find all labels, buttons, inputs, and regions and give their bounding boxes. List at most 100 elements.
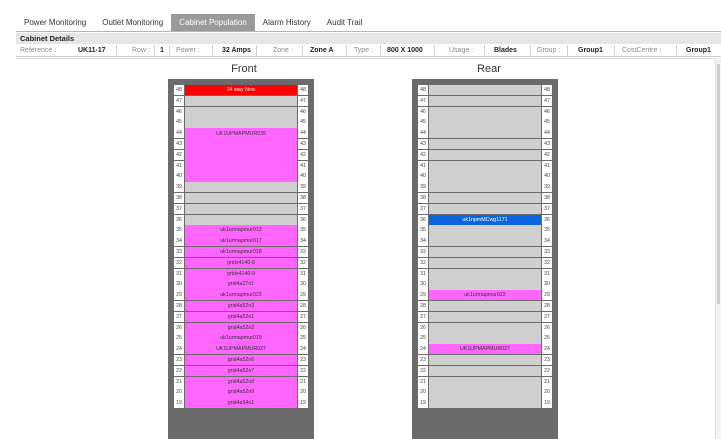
front-rack-unit: 45 45 — [174, 117, 308, 128]
power-value: 32 Amps — [222, 47, 251, 54]
rear-rack-unit: 35 35 — [418, 225, 552, 236]
front-rack-device[interactable]: UK1UPMAPMUR027 — [185, 344, 297, 355]
unit-number: 36 — [418, 214, 428, 225]
unit-number: 34 — [418, 236, 428, 247]
unit-number: 24 — [174, 344, 184, 355]
front-rack-device[interactable]: grid4a52n1 — [185, 311, 297, 323]
unit-number: 32 — [174, 257, 184, 269]
front-rack-device[interactable]: grid4a52n8 — [185, 376, 297, 387]
rear-rack-unit: 44 44 — [418, 128, 552, 139]
zone-label: Zone : — [273, 47, 293, 54]
front-rack-device[interactable]: grid4a52n6 — [185, 355, 297, 366]
unit-number: 47 — [418, 95, 428, 107]
unit-number: 45 — [298, 117, 308, 128]
rear-rack-unit: 27 27 — [418, 311, 552, 323]
unit-number: 25 — [298, 333, 308, 344]
tab-bar: Power Monitoring Outlet Monitoring Cabin… — [16, 14, 370, 31]
unit-number: 19 — [418, 398, 428, 409]
costcentre-value: Group1 — [686, 47, 711, 54]
unit-number: 30 — [418, 279, 428, 290]
rear-rack-unit: 33 33 — [418, 247, 552, 258]
unit-number: 23 — [418, 355, 428, 366]
unit-number: 28 — [418, 301, 428, 312]
empty-slot — [429, 236, 541, 247]
rear-rack-device[interactable]: uk1npmMCwg1171 — [429, 214, 541, 225]
front-rack-device[interactable]: grid4a52n3 — [185, 301, 297, 312]
front-rack-device[interactable]: grid4a52n7 — [185, 365, 297, 377]
group-value: Group1 — [578, 47, 603, 54]
rear-rack-device[interactable]: uk1urmapmur023 — [429, 290, 541, 301]
tab-outlet-monitoring[interactable]: Outlet Monitoring — [94, 14, 171, 31]
unit-number: 34 — [542, 236, 552, 247]
unit-number: 29 — [298, 290, 308, 301]
empty-slot — [429, 268, 541, 279]
unit-number: 28 — [542, 301, 552, 312]
unit-number: 20 — [298, 387, 308, 398]
front-rack-device[interactable]: uk1urmapmur019 — [185, 333, 297, 344]
unit-number: 38 — [542, 193, 552, 204]
unit-number: 46 — [542, 106, 552, 117]
unit-number: 45 — [174, 117, 184, 128]
unit-number: 32 — [542, 257, 552, 269]
unit-number: 20 — [418, 387, 428, 398]
usage-label: Usage : — [449, 47, 474, 54]
unit-number: 37 — [174, 203, 184, 215]
tab-audit-trail[interactable]: Audit Trail — [319, 14, 371, 31]
unit-number: 45 — [542, 117, 552, 128]
unit-number: 48 — [298, 85, 308, 96]
unit-number: 35 — [418, 225, 428, 236]
front-rack-device[interactable]: uk1urmapmur017 — [185, 236, 297, 247]
front-rack-device[interactable]: uk1urmapmur018 — [185, 247, 297, 258]
empty-slot — [429, 203, 541, 215]
rear-rack: 48 48 47 47 46 46 45 45 44 44 43 43 42 42 41 41 40 40 39 39… — [412, 79, 558, 439]
unit-number: 29 — [542, 290, 552, 301]
empty-slot — [429, 247, 541, 258]
empty-slot — [429, 106, 541, 117]
unit-number: 48 — [418, 85, 428, 96]
unit-number: 36 — [298, 214, 308, 225]
tab-alarm-history[interactable]: Alarm History — [255, 14, 319, 31]
empty-slot — [429, 128, 541, 139]
unit-number: 19 — [542, 398, 552, 409]
unit-number: 47 — [542, 95, 552, 107]
front-rack-device[interactable]: gridx4140-9 — [185, 268, 297, 279]
unit-number: 23 — [542, 355, 552, 366]
unit-number: 33 — [298, 247, 308, 258]
empty-slot — [429, 322, 541, 333]
unit-number: 48 — [174, 85, 184, 96]
type-value: 800 X 1000 — [387, 47, 423, 54]
unit-number: 32 — [298, 257, 308, 269]
rear-rack-device[interactable]: UK1UPMAPMUR027 — [429, 344, 541, 355]
reference-value: UK11-17 — [78, 47, 106, 54]
front-rack-device[interactable]: uk1urmapmur013 — [185, 225, 297, 236]
unit-number: 39 — [542, 182, 552, 193]
front-rack-unit: 36 36 — [174, 214, 308, 226]
unit-number: 19 — [174, 398, 184, 409]
unit-number: 31 — [542, 268, 552, 279]
front-rack-device[interactable]: 24 way fibre — [185, 85, 297, 96]
unit-number: 42 — [542, 149, 552, 161]
front-rack-device[interactable]: grid4a52n9 — [185, 387, 297, 398]
scrollbar-thumb[interactable] — [717, 64, 720, 304]
tab-cabinet-population[interactable]: Cabinet Population — [171, 14, 255, 31]
vertical-scrollbar[interactable] — [715, 58, 721, 439]
front-rack-device[interactable]: UK1UPMAPMUR035 — [185, 128, 297, 182]
unit-number: 27 — [174, 311, 184, 323]
tab-power-monitoring[interactable]: Power Monitoring — [16, 14, 94, 31]
unit-number: 39 — [418, 182, 428, 193]
front-rack-device[interactable]: grid4a27n1 — [185, 279, 297, 290]
rear-rack-unit: 43 43 — [418, 139, 552, 150]
rear-rack-unit: 21 21 — [418, 376, 552, 388]
unit-number: 42 — [418, 149, 428, 161]
front-rack-device[interactable]: grid4a52n2 — [185, 322, 297, 333]
unit-number: 41 — [298, 160, 308, 171]
unit-number: 20 — [174, 387, 184, 398]
unit-number: 34 — [174, 236, 184, 247]
empty-slot — [429, 193, 541, 204]
empty-slot — [429, 355, 541, 366]
front-rack-device[interactable]: grid4a54n1 — [185, 398, 297, 409]
front-rack-device[interactable]: uk1urmapmur023 — [185, 290, 297, 301]
front-rack-device[interactable]: gridx4140-8 — [185, 257, 297, 269]
unit-number: 27 — [418, 311, 428, 323]
costcentre-label: CostCentre : — [622, 47, 662, 54]
